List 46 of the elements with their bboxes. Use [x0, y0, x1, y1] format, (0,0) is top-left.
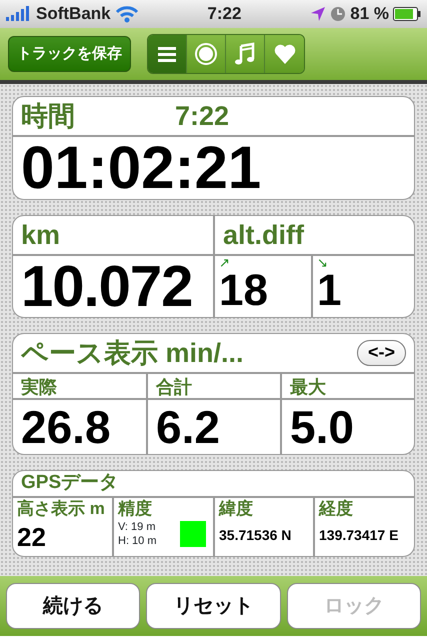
segment-tab[interactable] [148, 35, 187, 73]
action-button[interactable]: 続ける [6, 583, 140, 629]
music-note-icon [233, 42, 257, 66]
heart-icon [272, 42, 296, 66]
pace-label: 最大 [290, 377, 326, 397]
record-icon [194, 42, 218, 66]
altitude-value: 22 [17, 524, 46, 550]
time-label: 時間 [21, 100, 75, 133]
gps-label: 高さ表示 m [17, 498, 105, 520]
gps-label: 精度 [118, 498, 152, 520]
pace-value: 6.2 [156, 404, 220, 450]
wifi-icon [114, 5, 139, 23]
segment-tab[interactable] [226, 35, 265, 73]
save-track-button[interactable]: トラックを保存 [8, 36, 131, 72]
carrier-name: SoftBank [36, 3, 111, 26]
pace-title: ペース表示 min/... [21, 336, 244, 370]
descent-arrow: ↘ [317, 256, 328, 269]
gps-label: 経度 [319, 498, 353, 520]
location-icon [310, 6, 326, 22]
ascent-value: 18 [219, 269, 268, 313]
vertical-accuracy: V: 19 m [118, 520, 156, 534]
segment-tab[interactable] [265, 35, 304, 73]
gps-label: 緯度 [219, 498, 253, 520]
elapsed-time: 01:02:21 [21, 138, 262, 198]
pace-value: 5.0 [290, 404, 354, 450]
gps-title: GPSデータ [21, 471, 118, 496]
pace-value: 26.8 [21, 404, 111, 450]
descent-value: 1 [317, 269, 342, 313]
clock-time: 7:22 [175, 100, 230, 133]
segment-tab[interactable] [187, 35, 226, 73]
signal-icon [6, 6, 32, 22]
pace-label: 合計 [156, 377, 192, 397]
latitude-value: 35.71536 N [219, 528, 292, 542]
horizontal-accuracy: H: 10 m [118, 534, 157, 549]
pace-label: 実際 [21, 377, 57, 397]
battery-icon [393, 7, 421, 21]
clock-icon [330, 6, 346, 22]
battery-percent: 81 % [350, 3, 389, 26]
ascent-arrow: ↗ [219, 256, 230, 269]
distance-label: km [21, 218, 60, 252]
action-button[interactable]: リセット [146, 583, 281, 629]
toggle-button[interactable]: <-> [356, 340, 406, 366]
altitude-diff-label: alt.diff [223, 218, 304, 252]
longitude-value: 139.73417 E [319, 528, 398, 542]
distance-value: 10.072 [21, 258, 192, 316]
status-time: 7:22 [207, 4, 242, 24]
